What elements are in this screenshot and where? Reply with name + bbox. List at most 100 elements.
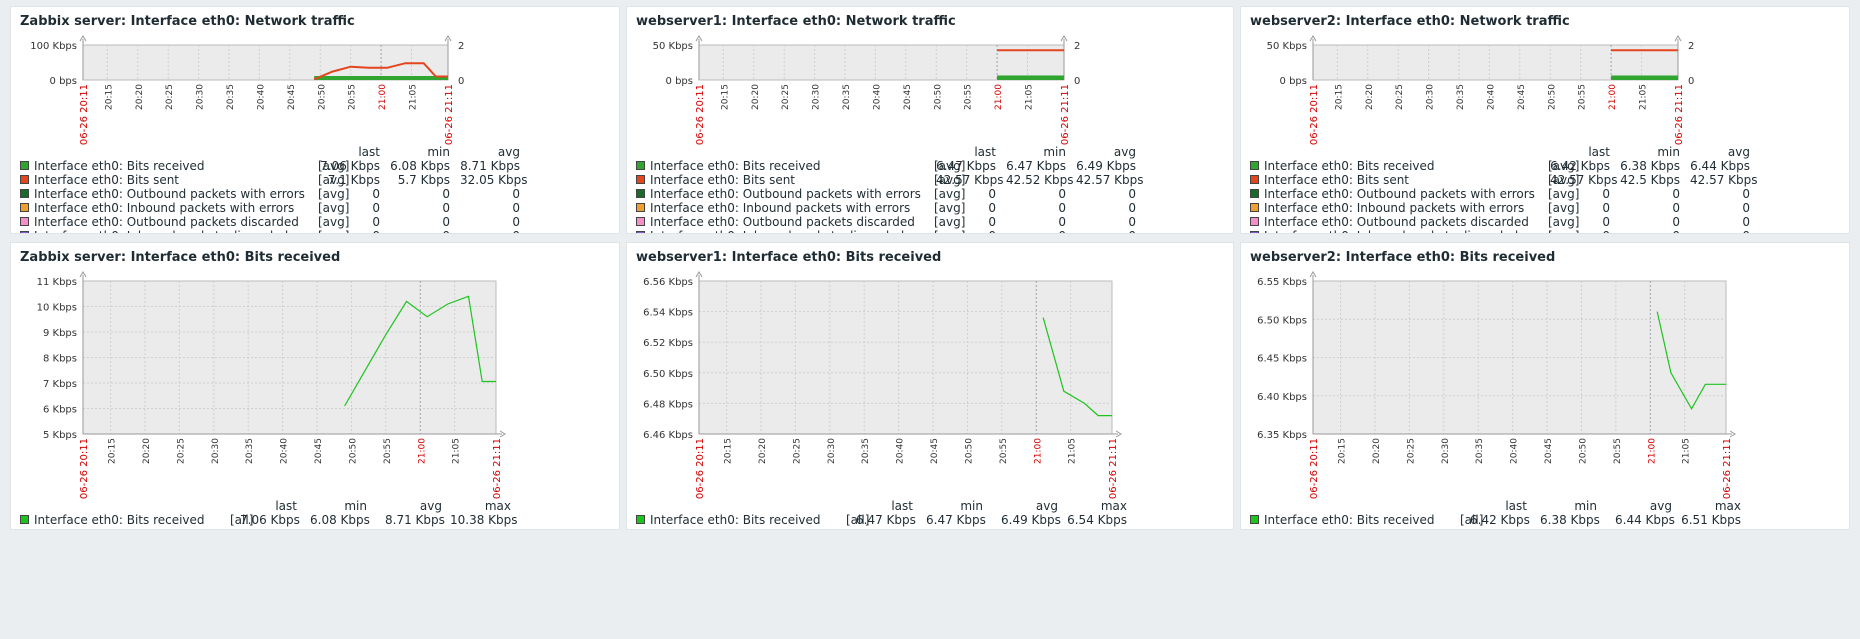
time-tick-label: 20:55 <box>383 438 393 464</box>
y-axis-label: 6.45 Kbps <box>1257 354 1307 365</box>
time-tick-label: 20:35 <box>1456 84 1466 110</box>
legend-item-name: Interface eth0: Outbound packets discard… <box>34 215 299 229</box>
legend-item-min: 0 <box>442 215 450 229</box>
legend-color-swatch <box>636 203 645 212</box>
time-tick-label: 20:30 <box>211 438 221 464</box>
legend-item-avg: 8.71 Kbps <box>460 159 520 173</box>
graph-bits-received[interactable]: 20:15 20:20 20:25 20:30 20:35 20:40 20:45 20:50… <box>11 243 620 499</box>
widget-network-traffic-zabbix: Zabbix server: Interface eth0: Network t… <box>10 6 620 234</box>
legend-color-swatch <box>1250 203 1259 212</box>
legend-item-last: 0 <box>988 187 996 201</box>
legend-item-min: 0 <box>390 229 450 233</box>
time-tick-label: 20:15 <box>724 438 734 464</box>
legend-color-swatch <box>636 175 645 184</box>
y-axis-label: 6.46 Kbps <box>643 430 693 441</box>
y-axis-label: 6.55 Kbps <box>1257 277 1307 288</box>
legend-header-avg: avg <box>497 145 520 159</box>
legend-color-swatch <box>20 175 29 184</box>
graph-bits-received[interactable]: 20:15 20:20 20:25 20:30 20:35 20:40 20:45 20:50… <box>627 243 1234 499</box>
time-tick-label: 20:15 <box>104 84 114 110</box>
time-tick-label: 21:00 <box>1647 438 1657 464</box>
legend-item-last: 0 <box>988 201 996 215</box>
graph-network-traffic[interactable]: 20:15 20:20 20:25 20:30 20:35 20:40 20:45 20:50… <box>1241 7 1850 147</box>
legend-item-last: 6.42 Kbps <box>1470 513 1530 527</box>
legend-item-avg: 6.44 Kbps <box>1690 159 1750 173</box>
legend-item-min: 6.47 Kbps <box>926 513 986 527</box>
time-tick-label: 20:45 <box>903 84 913 110</box>
legend-item-avg: 0 <box>1690 229 1750 233</box>
legend-item-avg: 0 <box>460 229 520 233</box>
legend-item-name: Interface eth0: Inbound packets with err… <box>650 201 911 215</box>
legend-color-swatch <box>20 161 29 170</box>
y-axis-label: 8 Kbps <box>43 354 77 365</box>
legend-color-swatch <box>636 231 645 233</box>
legend-item-last: 0 <box>372 215 380 229</box>
time-tick-label: 20:25 <box>1406 438 1416 464</box>
legend-item-name: Interface eth0: Bits received <box>650 513 821 527</box>
time-tick-label: 20:50 <box>1578 438 1588 464</box>
legend-header-last: last <box>275 499 297 513</box>
legend-item-avg: 0 <box>512 187 520 201</box>
legend-item-min: 42.52 Kbps <box>1006 173 1074 187</box>
time-range-label: 06-26 21:11 <box>1108 438 1119 499</box>
legend-item-avg: 0 <box>1742 215 1750 229</box>
legend-color-swatch <box>20 203 29 212</box>
legend-item-last: 42.57 Kbps <box>1550 173 1618 187</box>
legend-item-min: 6.08 Kbps <box>310 513 370 527</box>
widget-bits-received-webserver1: webserver1: Interface eth0: Bits receive… <box>626 242 1234 530</box>
y-axis-label: 100 Kbps <box>30 41 77 52</box>
widget-network-traffic-webserver2: webserver2: Interface eth0: Network traf… <box>1240 6 1850 234</box>
time-range-label: 06-26 20:11 <box>695 438 706 499</box>
legend-item-avg: 0 <box>1128 187 1136 201</box>
time-tick-label: 21:05 <box>452 438 462 464</box>
legend-header-last: last <box>1505 499 1527 513</box>
y-axis-label: 6.48 Kbps <box>643 399 693 410</box>
time-tick-label: 21:05 <box>1068 438 1078 464</box>
legend-item-min: 6.47 Kbps <box>1006 159 1066 173</box>
legend-header-min: min <box>344 499 367 513</box>
y2-axis-label: 2 <box>1688 41 1694 52</box>
legend-item-avg: 0 <box>512 201 520 215</box>
legend-header-avg: avg <box>1113 145 1136 159</box>
legend-color-swatch <box>636 189 645 198</box>
y-axis-label: 6.35 Kbps <box>1257 430 1307 441</box>
time-tick-label: 20:15 <box>720 84 730 110</box>
time-range-label: 06-26 21:11 <box>1060 84 1071 145</box>
graph-bits-received[interactable]: 20:15 20:20 20:25 20:30 20:35 20:40 20:45 20:50… <box>1241 243 1850 499</box>
time-tick-label: 20:50 <box>933 84 943 110</box>
time-tick-label: 20:40 <box>280 438 290 464</box>
legend-item-avg: 6.49 Kbps <box>1076 159 1136 173</box>
legend-item-last: 0 <box>372 187 380 201</box>
legend-item-min: 0 <box>1672 201 1680 215</box>
legend-item-last: 0 <box>1602 187 1610 201</box>
graph-network-traffic[interactable]: 20:15 20:20 20:25 20:30 20:35 20:40 20:45 20:50… <box>11 7 620 147</box>
y-axis-label: 10 Kbps <box>37 303 77 314</box>
legend-item-last: 42.57 Kbps <box>936 173 1004 187</box>
time-tick-label: 20:35 <box>1475 438 1485 464</box>
graph-network-traffic[interactable]: 20:15 20:20 20:25 20:30 20:35 20:40 20:45 20:50… <box>627 7 1234 147</box>
legend-item-min: 0 <box>442 187 450 201</box>
series-area-bits-received <box>314 76 448 80</box>
legend-item-name: Interface eth0: Bits sent <box>650 173 796 187</box>
time-tick-label: 20:15 <box>1334 84 1344 110</box>
time-range-label: 06-26 20:11 <box>695 84 706 145</box>
time-tick-label: 20:50 <box>964 438 974 464</box>
y2-axis-label: 0 <box>1074 76 1080 87</box>
y-axis-label: 6.56 Kbps <box>643 277 693 288</box>
time-tick-label: 20:20 <box>135 84 145 110</box>
legend-header-avg: avg <box>1649 499 1672 513</box>
legend-item-name: Interface eth0: Outbound packets discard… <box>1264 215 1529 229</box>
legend-item-avg: 42.57 Kbps <box>1076 173 1144 187</box>
time-tick-label: 21:05 <box>1639 84 1649 110</box>
time-tick-label: 20:30 <box>196 84 206 110</box>
series-area-bits-received <box>997 75 1064 80</box>
time-tick-label: 20:40 <box>896 438 906 464</box>
legend-item-name: Interface eth0: Bits received <box>1264 159 1435 173</box>
time-tick-label: 20:55 <box>348 84 358 110</box>
time-range-label: 06-26 20:11 <box>1309 438 1320 499</box>
legend-header-last: last <box>358 145 380 159</box>
legend-header-last: last <box>1588 145 1610 159</box>
time-tick-label: 20:45 <box>930 438 940 464</box>
time-tick-label: 20:20 <box>751 84 761 110</box>
time-tick-label: 20:25 <box>1395 84 1405 110</box>
